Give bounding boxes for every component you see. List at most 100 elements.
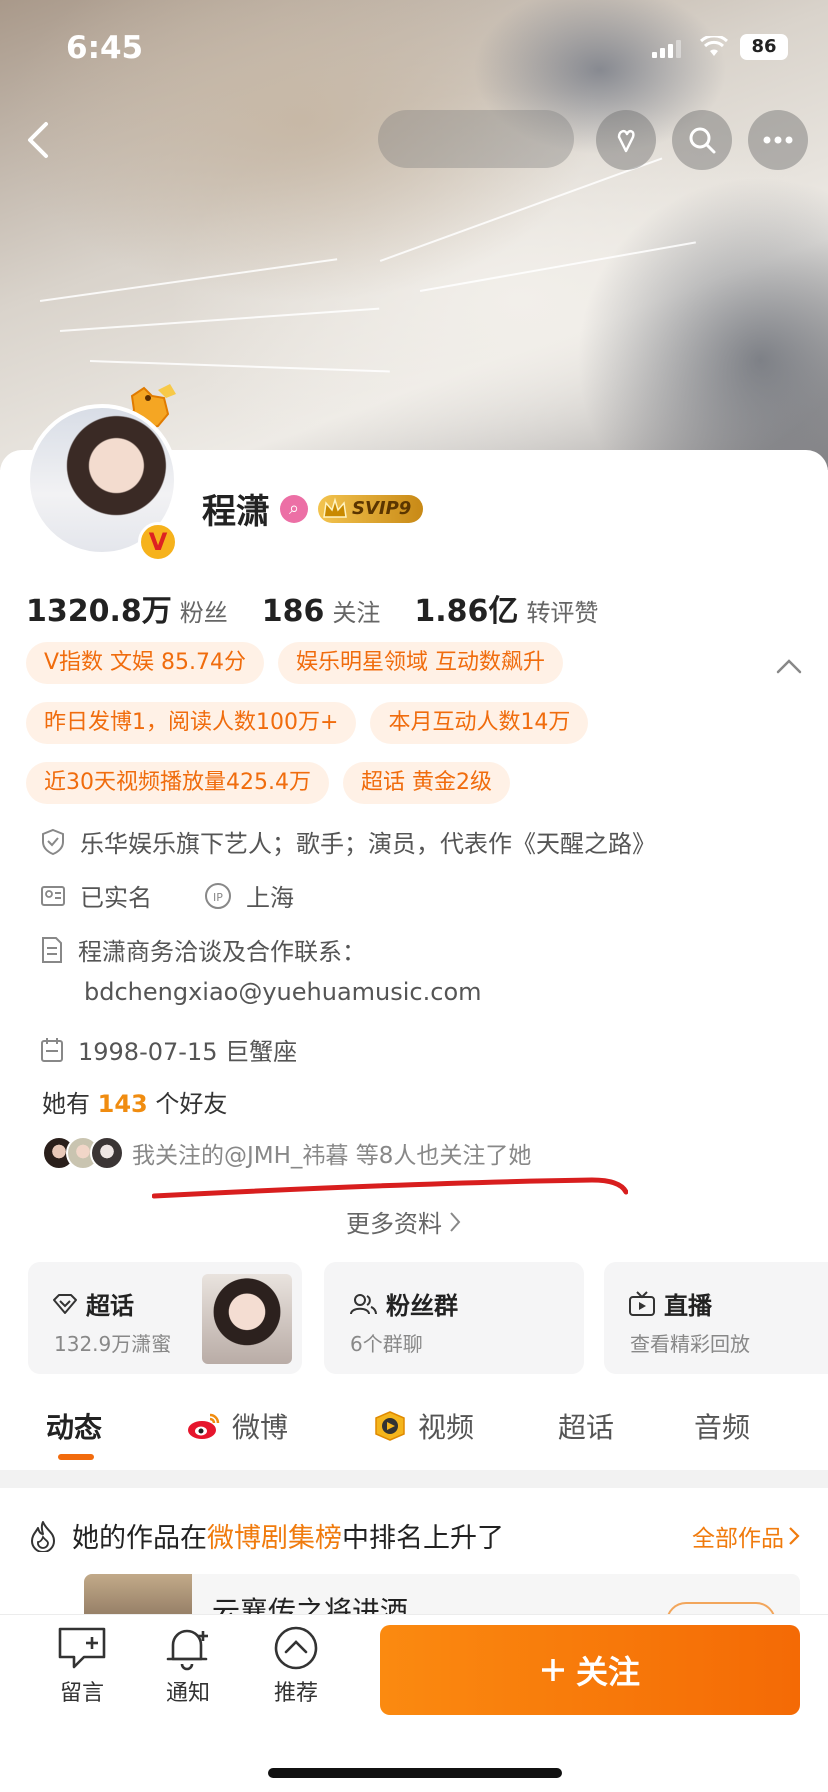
name-row: 程潇 ⌕ SVIP9	[202, 484, 424, 533]
cellular-signal-icon	[652, 40, 681, 58]
real-name-status: 已实名	[80, 884, 152, 912]
weibo-logo-icon	[188, 1413, 220, 1439]
stats-row: 1320.8万 粉丝 186 关注 1.86亿 转评赞	[26, 586, 632, 630]
following-label: 关注	[332, 599, 381, 627]
recommend-label: 推荐	[273, 1681, 318, 1706]
message-button[interactable]: 留言	[42, 1625, 122, 1707]
shield-icon	[42, 828, 64, 855]
tag-v-index[interactable]: V指数 文娱 85.74分	[26, 642, 265, 684]
profile-name: 程潇	[202, 492, 270, 532]
more-info-label: 更多资料	[346, 1210, 442, 1238]
diamond-icon	[53, 1293, 77, 1314]
live-card[interactable]: 直播 查看精彩回放	[604, 1262, 828, 1374]
carrot-gift-icon	[617, 129, 635, 153]
video-play-icon	[375, 1411, 405, 1441]
tv-icon	[629, 1290, 655, 1316]
chevron-up-circle-icon	[274, 1626, 318, 1670]
recommend-button[interactable]: 推荐	[256, 1625, 336, 1707]
following-count[interactable]: 186	[262, 594, 325, 629]
red-underline-annotation	[152, 1177, 628, 1199]
friends-suffix: 个好友	[155, 1090, 228, 1118]
search-button[interactable]	[672, 110, 732, 170]
business-email[interactable]: bdchengxiao@yuehuamusic.com	[84, 978, 482, 1006]
supertopic-subtitle: 132.9万潇蜜	[54, 1332, 172, 1356]
engagement-count[interactable]: 1.86亿	[414, 586, 518, 630]
fan-group-card[interactable]: 粉丝群 6个群聊	[324, 1262, 584, 1374]
tab-weibo-label: 微博	[232, 1411, 289, 1444]
tag-field-rising[interactable]: 娱乐明星领域 互动数飙升	[278, 642, 564, 684]
fan-group-title-row: 粉丝群	[348, 1286, 458, 1321]
search-icon	[689, 127, 716, 154]
business-email-line: bdchengxiao@yuehuamusic.com	[84, 978, 482, 1006]
more-dots-icon	[763, 136, 793, 144]
tag-monthly-interaction[interactable]: 本月互动人数14万	[370, 702, 589, 744]
notify-label: 通知	[165, 1681, 210, 1706]
all-works-label: 全部作品	[692, 1525, 784, 1552]
tab-video-label: 视频	[418, 1411, 475, 1444]
bell-icon	[166, 1629, 208, 1671]
profile-avatar[interactable]: V	[26, 404, 178, 562]
home-indicator	[268, 1768, 562, 1778]
group-icon	[350, 1293, 377, 1314]
tab-feed-label: 动态	[46, 1411, 103, 1444]
gift-button[interactable]	[596, 110, 656, 170]
birthday: 1998-07-15 巨蟹座	[78, 1038, 298, 1066]
tab-video[interactable]: 视频	[372, 1406, 474, 1446]
battery-indicator: 86	[740, 34, 788, 60]
svip-label: SVIP9	[352, 497, 412, 519]
tab-supertopic[interactable]: 超话	[558, 1406, 614, 1446]
more-info-link[interactable]: 更多资料	[346, 1204, 462, 1239]
tab-supertopic-label: 超话	[558, 1411, 615, 1444]
agency-text: 乐华娱乐旗下艺人；歌手；演员，代表作《天醒之路》	[80, 830, 656, 858]
back-arrow-icon[interactable]	[18, 118, 62, 162]
chevron-up-icon[interactable]	[774, 652, 804, 682]
tag-yesterday-post[interactable]: 昨日发博1，阅读人数100万+	[26, 702, 357, 744]
friends-count: 143	[97, 1090, 148, 1118]
business-contact-label: 程潇商务洽谈及合作联系：	[78, 938, 366, 966]
tab-audio[interactable]: 音频	[694, 1406, 750, 1446]
supertopic-title: 超话	[86, 1292, 134, 1320]
business-contact-line: 程潇商务洽谈及合作联系：	[40, 932, 366, 967]
id-card-icon	[41, 885, 65, 906]
bottom-action-bar: 留言 通知 推荐 关注	[0, 1614, 828, 1792]
rank-notice-text: 她的作品在微博剧集榜中排名上升了	[72, 1516, 504, 1555]
status-bar: 6:45 86	[0, 0, 828, 100]
notify-button[interactable]: 通知	[148, 1625, 228, 1707]
follow-button[interactable]: 关注	[380, 1625, 800, 1715]
follow-label: 关注	[575, 1653, 640, 1691]
wifi-icon	[700, 36, 728, 56]
rank-notice[interactable]: 她的作品在微博剧集榜中排名上升了 全部作品	[28, 1516, 800, 1555]
crown-icon	[323, 496, 347, 518]
chat-bubble-icon	[58, 1627, 106, 1669]
followers-label: 粉丝	[179, 599, 228, 627]
search-bar[interactable]	[378, 110, 574, 168]
tab-audio-label: 音频	[694, 1411, 751, 1444]
search-badge-icon[interactable]: ⌕	[280, 494, 308, 523]
content-tabs: 动态 微博 视频 超话 音频	[0, 1392, 828, 1470]
svip-badge[interactable]: SVIP9	[318, 494, 424, 523]
tag-supertopic-level[interactable]: 超话 黄金2级	[342, 762, 510, 804]
chevron-right-icon	[789, 1526, 800, 1545]
ip-location: 上海	[246, 884, 294, 912]
fan-group-subtitle: 6个群聊	[350, 1332, 423, 1356]
live-title-row: 直播	[628, 1286, 712, 1321]
tab-feed[interactable]: 动态	[46, 1406, 102, 1446]
mutual-follow-text: 我关注的@JMH_祎暮 等8人也关注了她	[132, 1143, 532, 1169]
svg-text:IP: IP	[213, 891, 223, 904]
birthday-line: 1998-07-15 巨蟹座	[40, 1032, 297, 1067]
tag-list: V指数 文娱 85.74分 娱乐明星领域 互动数飙升 昨日发博1，阅读人数100…	[26, 642, 766, 822]
mutual-follow-row[interactable]: 我关注的@JMH_祎暮 等8人也关注了她	[42, 1136, 531, 1170]
supertopic-thumbnail	[202, 1274, 292, 1364]
calendar-icon	[41, 1037, 63, 1062]
all-works-link[interactable]: 全部作品	[692, 1519, 800, 1553]
friends-count-line[interactable]: 她有 143 个好友	[42, 1084, 227, 1119]
friends-prefix: 她有	[42, 1090, 90, 1118]
more-options-button[interactable]	[748, 110, 808, 170]
tag-video-plays[interactable]: 近30天视频播放量425.4万	[26, 762, 329, 804]
supertopic-card[interactable]: 超话 132.9万潇蜜	[28, 1262, 302, 1374]
live-subtitle: 查看精彩回放	[630, 1332, 750, 1356]
tab-weibo[interactable]: 微博	[186, 1406, 288, 1446]
ip-location-icon: IP	[205, 882, 231, 909]
followers-count[interactable]: 1320.8万	[26, 586, 172, 630]
document-icon	[42, 936, 62, 963]
